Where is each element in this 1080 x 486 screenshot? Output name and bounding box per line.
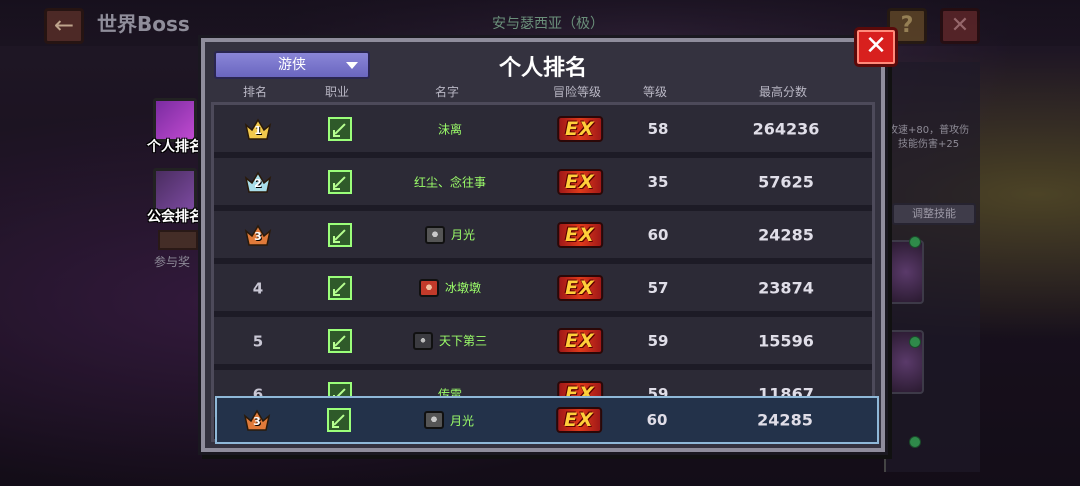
ranger-class-icon <box>328 222 352 247</box>
header-high-score: 最高分数 <box>758 85 808 99</box>
self-row-content: 3 月光 EX 60 24285 <box>217 398 877 442</box>
skill-description-line: ，技能伤害+25 <box>888 139 960 150</box>
adventure-level-badge: EX <box>557 274 603 301</box>
ranger-class-icon <box>327 408 351 432</box>
header-rank: 排名 <box>242 85 268 99</box>
rank-number: 4 <box>253 278 263 297</box>
high-score: 264236 <box>752 119 820 138</box>
skill-slot[interactable] <box>888 240 924 304</box>
adventure-level-badge: EX <box>557 115 603 142</box>
high-score: 23874 <box>758 278 814 297</box>
class-filter-value: 游侠 <box>278 57 306 73</box>
boss-name: 安与瑟西亚（极） <box>492 16 604 32</box>
player-name: 红尘、念往事 <box>413 175 487 189</box>
adventure-level-badge: EX <box>557 327 603 354</box>
high-score: 15596 <box>758 331 814 350</box>
player-name: 月光 <box>450 228 476 242</box>
rank-number: 1 <box>254 123 262 137</box>
tab-label: 公会排名 <box>147 209 203 225</box>
skill-description: 攻速+80，普攻伤 ，技能伤害+25 <box>888 124 969 152</box>
player-name-cell[interactable]: 月光 <box>423 411 475 429</box>
high-score: 24285 <box>757 410 813 430</box>
adventure-level-badge: EX <box>557 168 603 195</box>
table-row: 2 红尘、念往事 EX 35 57625 <box>214 158 872 208</box>
ranger-class-icon <box>328 116 352 141</box>
screen-close-button[interactable]: ✕ <box>940 8 980 44</box>
rank-number: 5 <box>253 331 263 350</box>
high-score: 57625 <box>758 172 814 191</box>
player-level: 57 <box>647 278 669 297</box>
plus-icon <box>909 236 921 248</box>
player-name: 月光 <box>449 413 475 428</box>
self-ranking-row: 3 月光 EX 60 24285 <box>215 396 879 444</box>
player-name-cell[interactable]: 红尘、念往事 <box>414 173 486 190</box>
player-name: 天下第三 <box>438 334 488 348</box>
header-level: 等级 <box>642 85 668 99</box>
rank-number: 2 <box>254 176 262 190</box>
ranking-list[interactable]: 1 沫离 EX 58 264236 2 红尘、念往事 EX 35 57625 3 月光 EX 60 2428… <box>211 102 875 442</box>
header-adventure-level: 冒险等级 <box>552 85 602 99</box>
player-name-cell[interactable]: 天下第三 <box>412 331 488 350</box>
ranger-class-icon <box>328 169 352 194</box>
crown-icon: 3 <box>243 408 271 432</box>
rank-text: 5 <box>252 332 264 350</box>
player-level: 60 <box>647 225 669 244</box>
tab-personal-ranking[interactable]: 个人排名 <box>146 98 204 156</box>
avatar <box>423 411 444 429</box>
chevron-down-icon <box>346 62 358 69</box>
plus-icon <box>909 436 921 448</box>
table-row: 5 天下第三 EX 59 15596 <box>214 317 872 367</box>
player-level: 59 <box>647 331 669 350</box>
ranking-modal: 个人排名 游侠 排名 职业 名字 冒险等级 等级 最高分数 1 沫离 EX 58 264… <box>201 38 885 452</box>
header-class: 职业 <box>324 85 350 99</box>
player-name-cell[interactable]: 沫离 <box>438 120 462 137</box>
reward-chest-icon <box>158 230 198 250</box>
adventure-level-badge: EX <box>557 221 603 248</box>
back-button[interactable]: ← <box>44 8 84 44</box>
player-name: 冰墩墩 <box>444 281 482 295</box>
rank-text: 4 <box>252 279 264 297</box>
table-row: 4 冰墩墩 EX 57 23874 <box>214 264 872 314</box>
table-row: 3 月光 EX 60 24285 <box>214 211 872 261</box>
participation-reward-label[interactable]: 参与奖 <box>154 253 190 270</box>
tab-label: 个人排名 <box>147 139 203 155</box>
header-name: 名字 <box>434 85 460 99</box>
modal-close-button[interactable]: ✕ <box>854 27 898 67</box>
player-level: 60 <box>646 411 668 429</box>
avatar <box>418 278 439 297</box>
skill-description-line: 攻速+80，普攻伤 <box>888 125 970 136</box>
ranger-class-icon <box>328 275 352 300</box>
crown-icon: 2 <box>244 170 272 194</box>
player-level: 58 <box>647 119 669 138</box>
adjust-skill-button[interactable]: 调整技能 <box>892 203 976 225</box>
player-name-cell[interactable]: 月光 <box>424 225 476 244</box>
table-row: 1 沫离 EX 58 264236 <box>214 105 872 155</box>
high-score: 24285 <box>758 225 814 244</box>
plus-icon <box>909 336 921 348</box>
tab-guild-ranking[interactable]: 公会排名 <box>146 168 204 226</box>
rank-number: 3 <box>254 229 262 243</box>
ranger-class-icon <box>328 328 352 353</box>
adventure-level-badge: EX <box>556 407 602 433</box>
rank-number: 3 <box>253 415 261 428</box>
player-name: 沫离 <box>437 122 463 136</box>
avatar <box>412 331 433 350</box>
avatar <box>424 225 445 244</box>
class-filter-dropdown[interactable]: 游侠 <box>214 51 370 79</box>
crown-icon: 1 <box>244 117 272 141</box>
player-level: 35 <box>647 172 669 191</box>
screen-title: 世界Boss <box>97 12 190 36</box>
table-header: 排名 职业 名字 冒险等级 等级 最高分数 <box>205 83 881 101</box>
player-name-cell[interactable]: 冰墩墩 <box>418 278 482 297</box>
crown-icon: 3 <box>244 223 272 247</box>
